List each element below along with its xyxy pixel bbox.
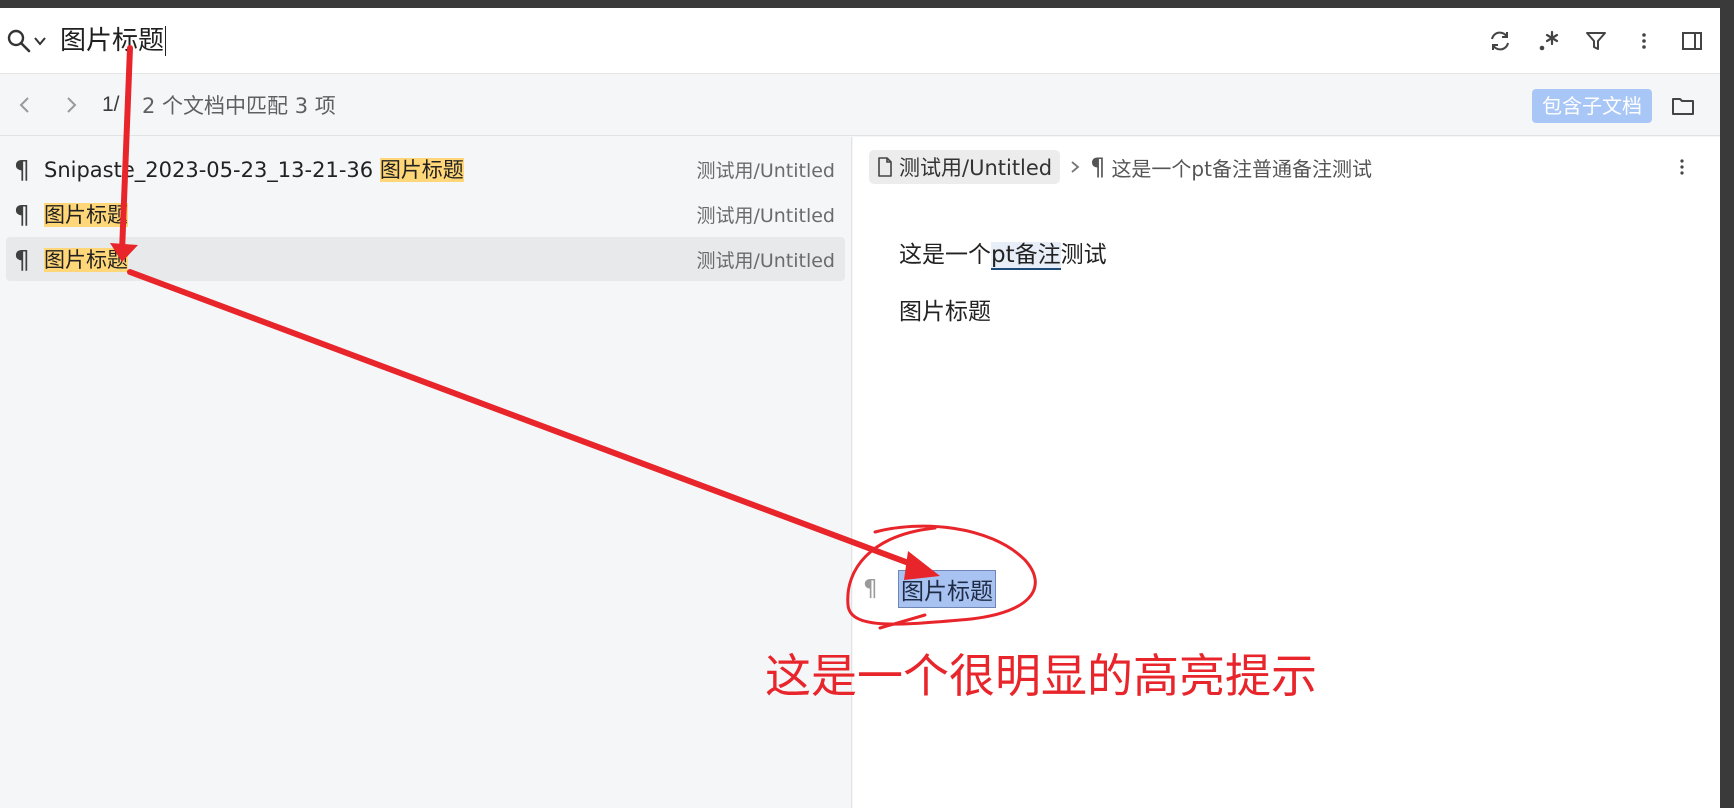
paragraph-text: 这是一个 — [899, 242, 991, 268]
result-path: 测试用/Untitled — [696, 204, 835, 227]
folder-scope-button[interactable] — [1660, 83, 1706, 129]
result-text: 图片标题 — [44, 244, 128, 274]
chevron-right-icon — [1071, 161, 1080, 173]
breadcrumb-document[interactable]: 测试用/Untitled — [869, 150, 1061, 184]
breadcrumb-block-label: 这是一个pt备注普通备注测试 — [1111, 156, 1372, 181]
next-match-button[interactable] — [48, 82, 94, 128]
more-vertical-icon — [1680, 159, 1684, 175]
paragraph-text: 测试 — [1060, 242, 1107, 268]
focused-block-highlight: 图片标题 — [898, 570, 996, 608]
outer-scrollbar[interactable] — [1720, 8, 1734, 808]
paragraph-icon: ¶ — [1090, 153, 1106, 181]
breadcrumb: 测试用/Untitled ¶ 这是一个pt备注普通备注测试 — [869, 149, 1372, 185]
result-row[interactable]: ¶ Snipaste_2023-05-23_13-21-36 图片标题 测试用/… — [6, 147, 845, 191]
breadcrumb-block[interactable]: ¶ 这是一个pt备注普通备注测试 — [1090, 153, 1372, 182]
chevron-down-icon — [34, 36, 46, 46]
result-text: 图片标题 — [44, 199, 128, 229]
match-highlight: 图片标题 — [44, 203, 128, 227]
annotation-mark[interactable]: pt备注 — [991, 242, 1061, 270]
preview-paragraph[interactable]: 图片标题 — [899, 292, 991, 326]
toggle-layout-button[interactable] — [1668, 17, 1716, 65]
result-row-selected[interactable]: ¶ 图片标题 测试用/Untitled — [6, 237, 845, 281]
search-bar: 图片标题 — [0, 8, 1720, 74]
filter-button[interactable] — [1572, 17, 1620, 65]
filter-icon — [1586, 32, 1606, 50]
refresh-icon — [1491, 31, 1509, 51]
previous-match-button[interactable] — [2, 82, 48, 128]
preview-more-button[interactable] — [1666, 151, 1698, 183]
preview-paragraph[interactable]: 这是一个pt备注测试 — [899, 235, 1107, 270]
search-tools — [1476, 8, 1720, 74]
result-row[interactable]: ¶ 图片标题 测试用/Untitled — [6, 192, 845, 236]
search-input[interactable]: 图片标题 — [54, 21, 167, 61]
results-list: ¶ Snipaste_2023-05-23_13-21-36 图片标题 测试用/… — [0, 137, 852, 808]
refresh-button[interactable] — [1476, 17, 1524, 65]
regex-button[interactable] — [1524, 17, 1572, 65]
page-count: 1/ — [102, 92, 120, 116]
regex-icon — [1539, 30, 1559, 51]
more-options-button[interactable] — [1620, 17, 1668, 65]
paragraph-icon: ¶ — [14, 244, 30, 274]
breadcrumb-document-label: 测试用/Untitled — [899, 156, 1053, 180]
result-path: 测试用/Untitled — [696, 249, 835, 272]
search-method-toggle[interactable] — [6, 21, 54, 61]
match-summary: 2 个文档中匹配 3 项 — [142, 93, 336, 118]
results-toolbar: 1/ 2 个文档中匹配 3 项 包含子文档 — [0, 74, 1720, 136]
preview-panel: 测试用/Untitled ¶ 这是一个pt备注普通备注测试 这是一个pt备注测试… — [853, 137, 1720, 808]
chevron-right-icon — [67, 96, 77, 113]
result-path: 测试用/Untitled — [696, 159, 835, 182]
search-icon — [7, 29, 31, 52]
text-caret — [165, 25, 167, 56]
panel-layout-icon — [1682, 32, 1702, 50]
more-vertical-icon — [1642, 33, 1646, 49]
result-prefix: Snipaste_2023-05-23_13-21-36 — [44, 158, 380, 182]
document-icon — [878, 157, 892, 177]
focused-block[interactable]: ¶ 图片标题 — [863, 570, 996, 608]
folder-icon — [1672, 98, 1694, 115]
match-highlight: 图片标题 — [44, 248, 128, 272]
paragraph-icon: ¶ — [863, 576, 878, 602]
include-child-docs-button[interactable]: 包含子文档 — [1532, 89, 1652, 123]
paragraph-icon: ¶ — [14, 199, 30, 229]
search-query-text: 图片标题 — [60, 25, 165, 56]
paragraph-icon: ¶ — [14, 154, 30, 184]
match-highlight: 图片标题 — [379, 158, 464, 182]
result-text: Snipaste_2023-05-23_13-21-36 图片标题 — [44, 154, 464, 184]
chevron-left-icon — [19, 96, 29, 113]
annotation-caption: 这是一个很明显的高亮提示 — [765, 649, 1317, 703]
